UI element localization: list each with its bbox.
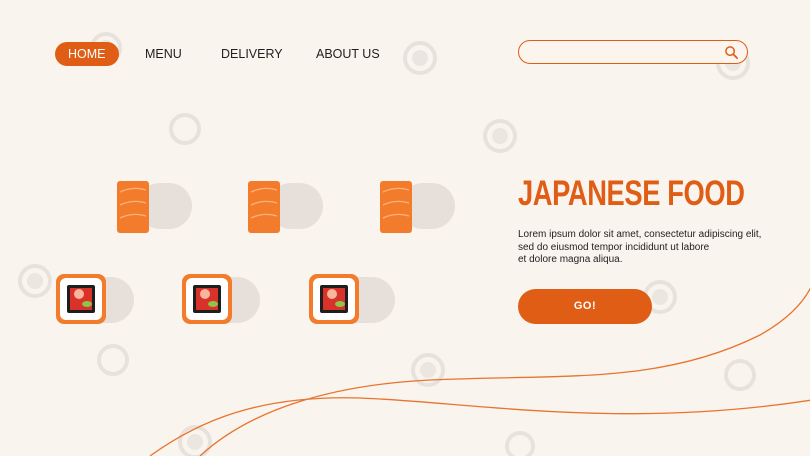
salmon-nigiri-3[interactable] [380,180,460,234]
sushi-roll-3[interactable] [309,274,399,326]
hero-description-line: sed do eiusmod tempor incididunt ut labo… [518,241,710,253]
hero-description: Lorem ipsum dolor sit amet, consectetur … [518,229,788,267]
sushi-roll-1[interactable] [56,274,138,326]
salmon-nigiri-1[interactable] [117,180,197,234]
go-button[interactable]: GO! [518,289,652,324]
search-bar[interactable] [518,40,748,64]
nav-about-us[interactable]: ABOUT US [316,42,380,66]
sushi-roll-2[interactable] [182,274,264,326]
search-icon[interactable] [724,45,739,60]
salmon-nigiri-2[interactable] [248,180,328,234]
search-input[interactable] [529,43,723,63]
hero-description-line: Lorem ipsum dolor sit amet, consectetur … [518,229,762,240]
nav-delivery[interactable]: DELIVERY [221,42,283,66]
hero-title: JAPANESE FOOD [518,174,745,213]
nav-menu[interactable]: MENU [145,42,182,66]
nav-home[interactable]: HOME [55,42,119,66]
hero-description-line: et dolore magna aliqua. [518,254,623,265]
